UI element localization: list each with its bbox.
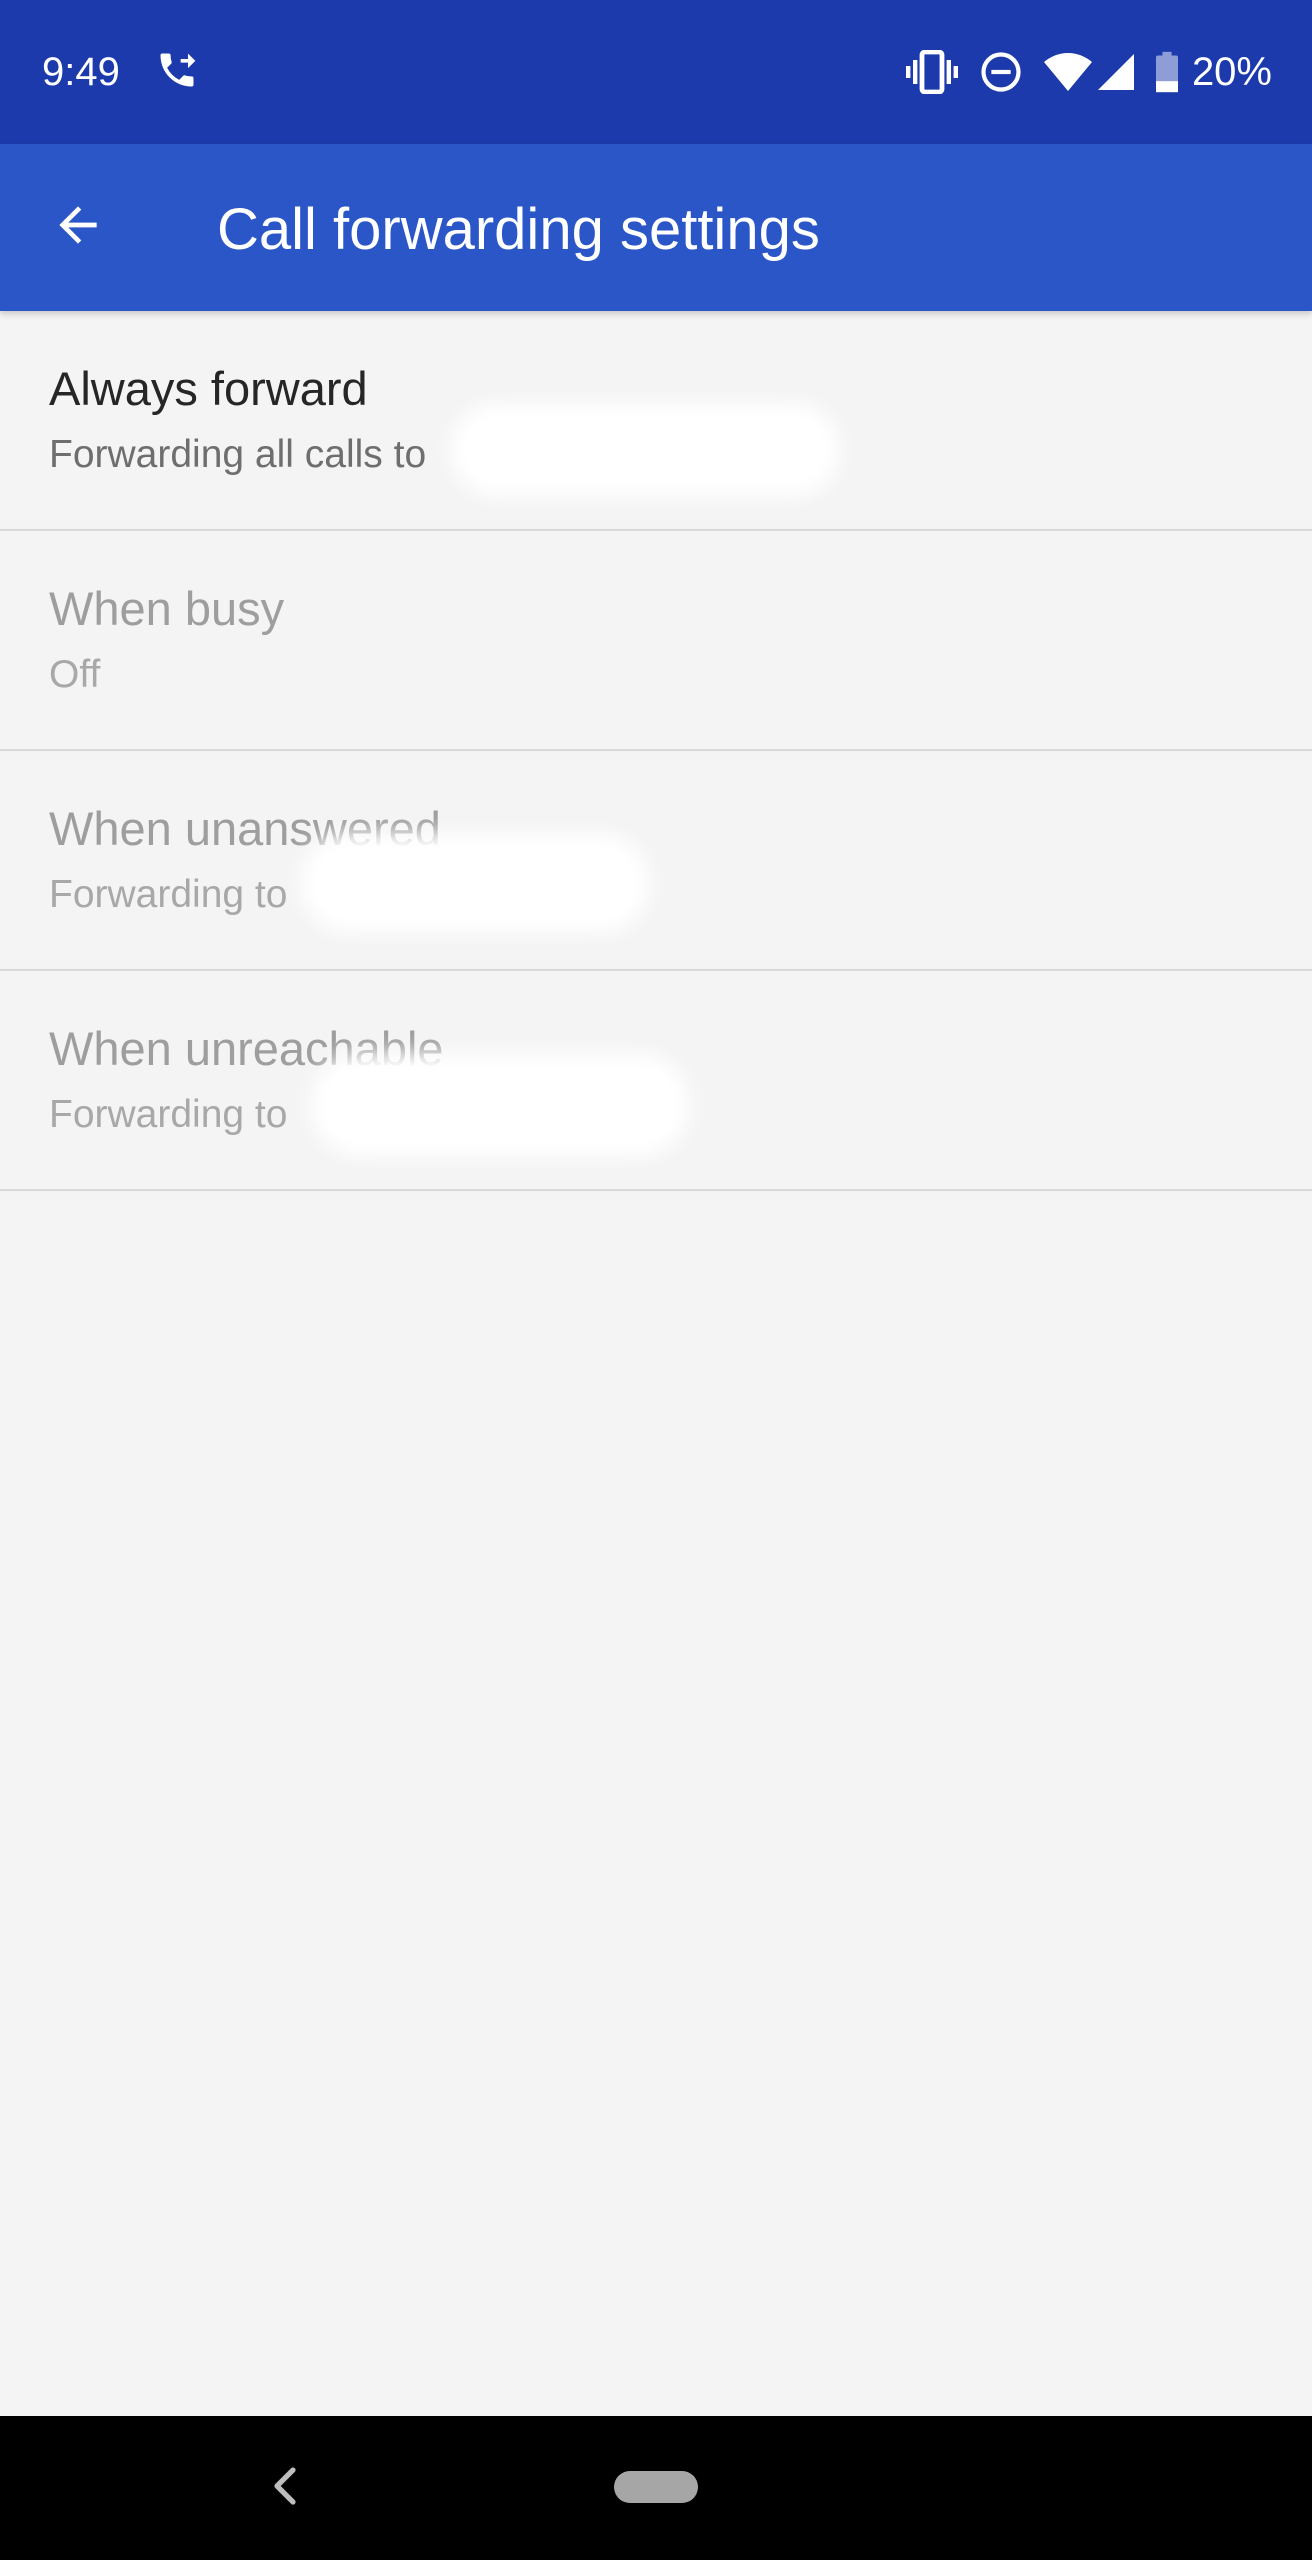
setting-title: When busy xyxy=(49,582,285,635)
chevron-left-icon xyxy=(271,2466,299,2511)
settings-list: Always forward Forwarding all calls to W… xyxy=(0,311,1312,1191)
setting-summary: Off xyxy=(49,653,101,696)
arrow-back-icon xyxy=(50,197,106,258)
page-title: Call forwarding settings xyxy=(217,197,820,262)
status-icons: 20% xyxy=(905,44,1272,100)
battery-icon xyxy=(1155,51,1178,93)
app-bar: Call forwarding settings xyxy=(0,144,1312,311)
status-bar: 9:49 20% xyxy=(0,0,1312,144)
call-forward-icon xyxy=(155,48,199,92)
back-button[interactable] xyxy=(34,183,122,271)
status-time: 9:49 xyxy=(42,50,120,94)
setting-summary: Forwarding to xyxy=(49,873,288,916)
setting-when-unanswered[interactable]: When unanswered Forwarding to xyxy=(0,751,1312,971)
home-pill-icon[interactable] xyxy=(614,2471,698,2503)
nav-back-button[interactable] xyxy=(255,2458,315,2518)
vibrate-icon xyxy=(905,50,958,94)
redacted-number xyxy=(450,403,840,497)
setting-title: Always forward xyxy=(49,362,368,415)
redacted-number xyxy=(310,1053,690,1157)
setting-when-busy[interactable]: When busy Off xyxy=(0,531,1312,751)
setting-always-forward[interactable]: Always forward Forwarding all calls to xyxy=(0,311,1312,531)
setting-summary: Forwarding to xyxy=(49,1093,288,1136)
cell-signal-icon xyxy=(1097,54,1134,90)
wifi-icon xyxy=(1043,53,1092,91)
setting-summary: Forwarding all calls to xyxy=(49,433,427,476)
do-not-disturb-icon xyxy=(980,51,1022,93)
redacted-number xyxy=(300,833,650,933)
battery-percent: 20% xyxy=(1191,50,1272,94)
system-nav-bar xyxy=(0,2416,1312,2560)
setting-when-unreachable[interactable]: When unreachable Forwarding to xyxy=(0,971,1312,1191)
